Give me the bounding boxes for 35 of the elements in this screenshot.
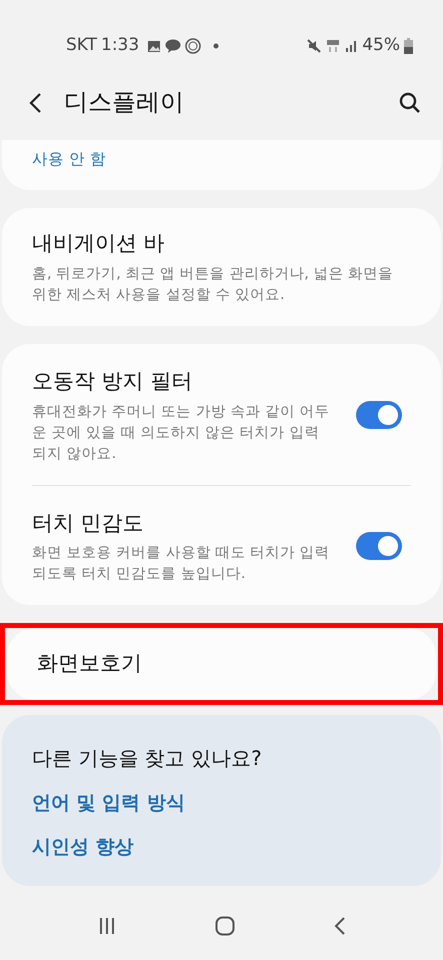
settings-item[interactable]: 사용 안 함 — [2, 146, 441, 190]
battery-text: 45% — [362, 34, 400, 58]
home-icon — [214, 916, 234, 936]
back-icon — [334, 916, 346, 936]
page-title: 디스플레이 — [64, 87, 184, 118]
settings-item[interactable]: 화면보호기 — [7, 628, 436, 700]
search-button[interactable] — [399, 90, 421, 114]
item-title: 내비게이션 바 — [32, 230, 166, 258]
settings-item[interactable]: 오동작 방지 필터 휴대전화가 주머니 또는 가방 속과 같이 어두운 곳에 있을 때 의도하지 않은 터치가 입력되지 않아요. — [2, 344, 441, 485]
clock-text: 1:33 — [101, 34, 140, 58]
item-subtitle: 홈, 뒤로가기, 최근 앱 버튼을 관리하거나, 넓은 화면을 위한 제스처 사용을 설정할 수 있어요. — [32, 264, 394, 305]
back-icon — [28, 92, 42, 114]
item-title: 화면보호기 — [37, 650, 143, 678]
back-button[interactable] — [28, 90, 42, 114]
carrier-text: SKT — [66, 34, 98, 58]
image-icon — [147, 40, 162, 52]
item-subtitle: 화면 보호용 커버를 사용할 때도 터치가 입력되도록 터치 민감도를 높입니다. — [32, 544, 331, 584]
settings-item[interactable]: 터치 민감도 화면 보호용 커버를 사용할 때도 터치가 입력되도록 터치 민감도를 높입니다. — [2, 486, 441, 606]
signal-icon — [344, 39, 358, 53]
suggestion-link[interactable]: 언어 및 입력 방식 — [32, 788, 411, 818]
item-title: 터치 민감도 — [32, 510, 145, 537]
item-title: 오동작 방지 필터 — [32, 368, 194, 395]
settings-item[interactable]: 내비게이션 바 홈, 뒤로가기, 최근 앱 버튼을 관리하거나, 넓은 화면을 위한 제스처 사용을 설정할 수 있어요. — [2, 208, 441, 326]
chat-bubble-icon — [165, 39, 182, 53]
battery-icon — [404, 38, 413, 54]
toggle-switch[interactable] — [356, 532, 402, 560]
suggestion-link[interactable]: 시인성 향상 — [32, 833, 411, 862]
mute-icon — [306, 38, 322, 54]
recent-apps-icon — [98, 916, 116, 935]
item-subtitle: 휴대전화가 주머니 또는 가방 속과 같이 어두운 곳에 있을 때 의도하지 않은 터치가 입력되지 않아요. — [32, 402, 331, 464]
item-subtitle: 사용 안 함 — [32, 149, 107, 170]
dot-icon — [213, 43, 220, 49]
toggle-switch[interactable] — [356, 401, 402, 430]
search-icon — [399, 92, 421, 114]
suggestion-title: 다른 기능을 찾고 있나요? — [32, 744, 263, 772]
